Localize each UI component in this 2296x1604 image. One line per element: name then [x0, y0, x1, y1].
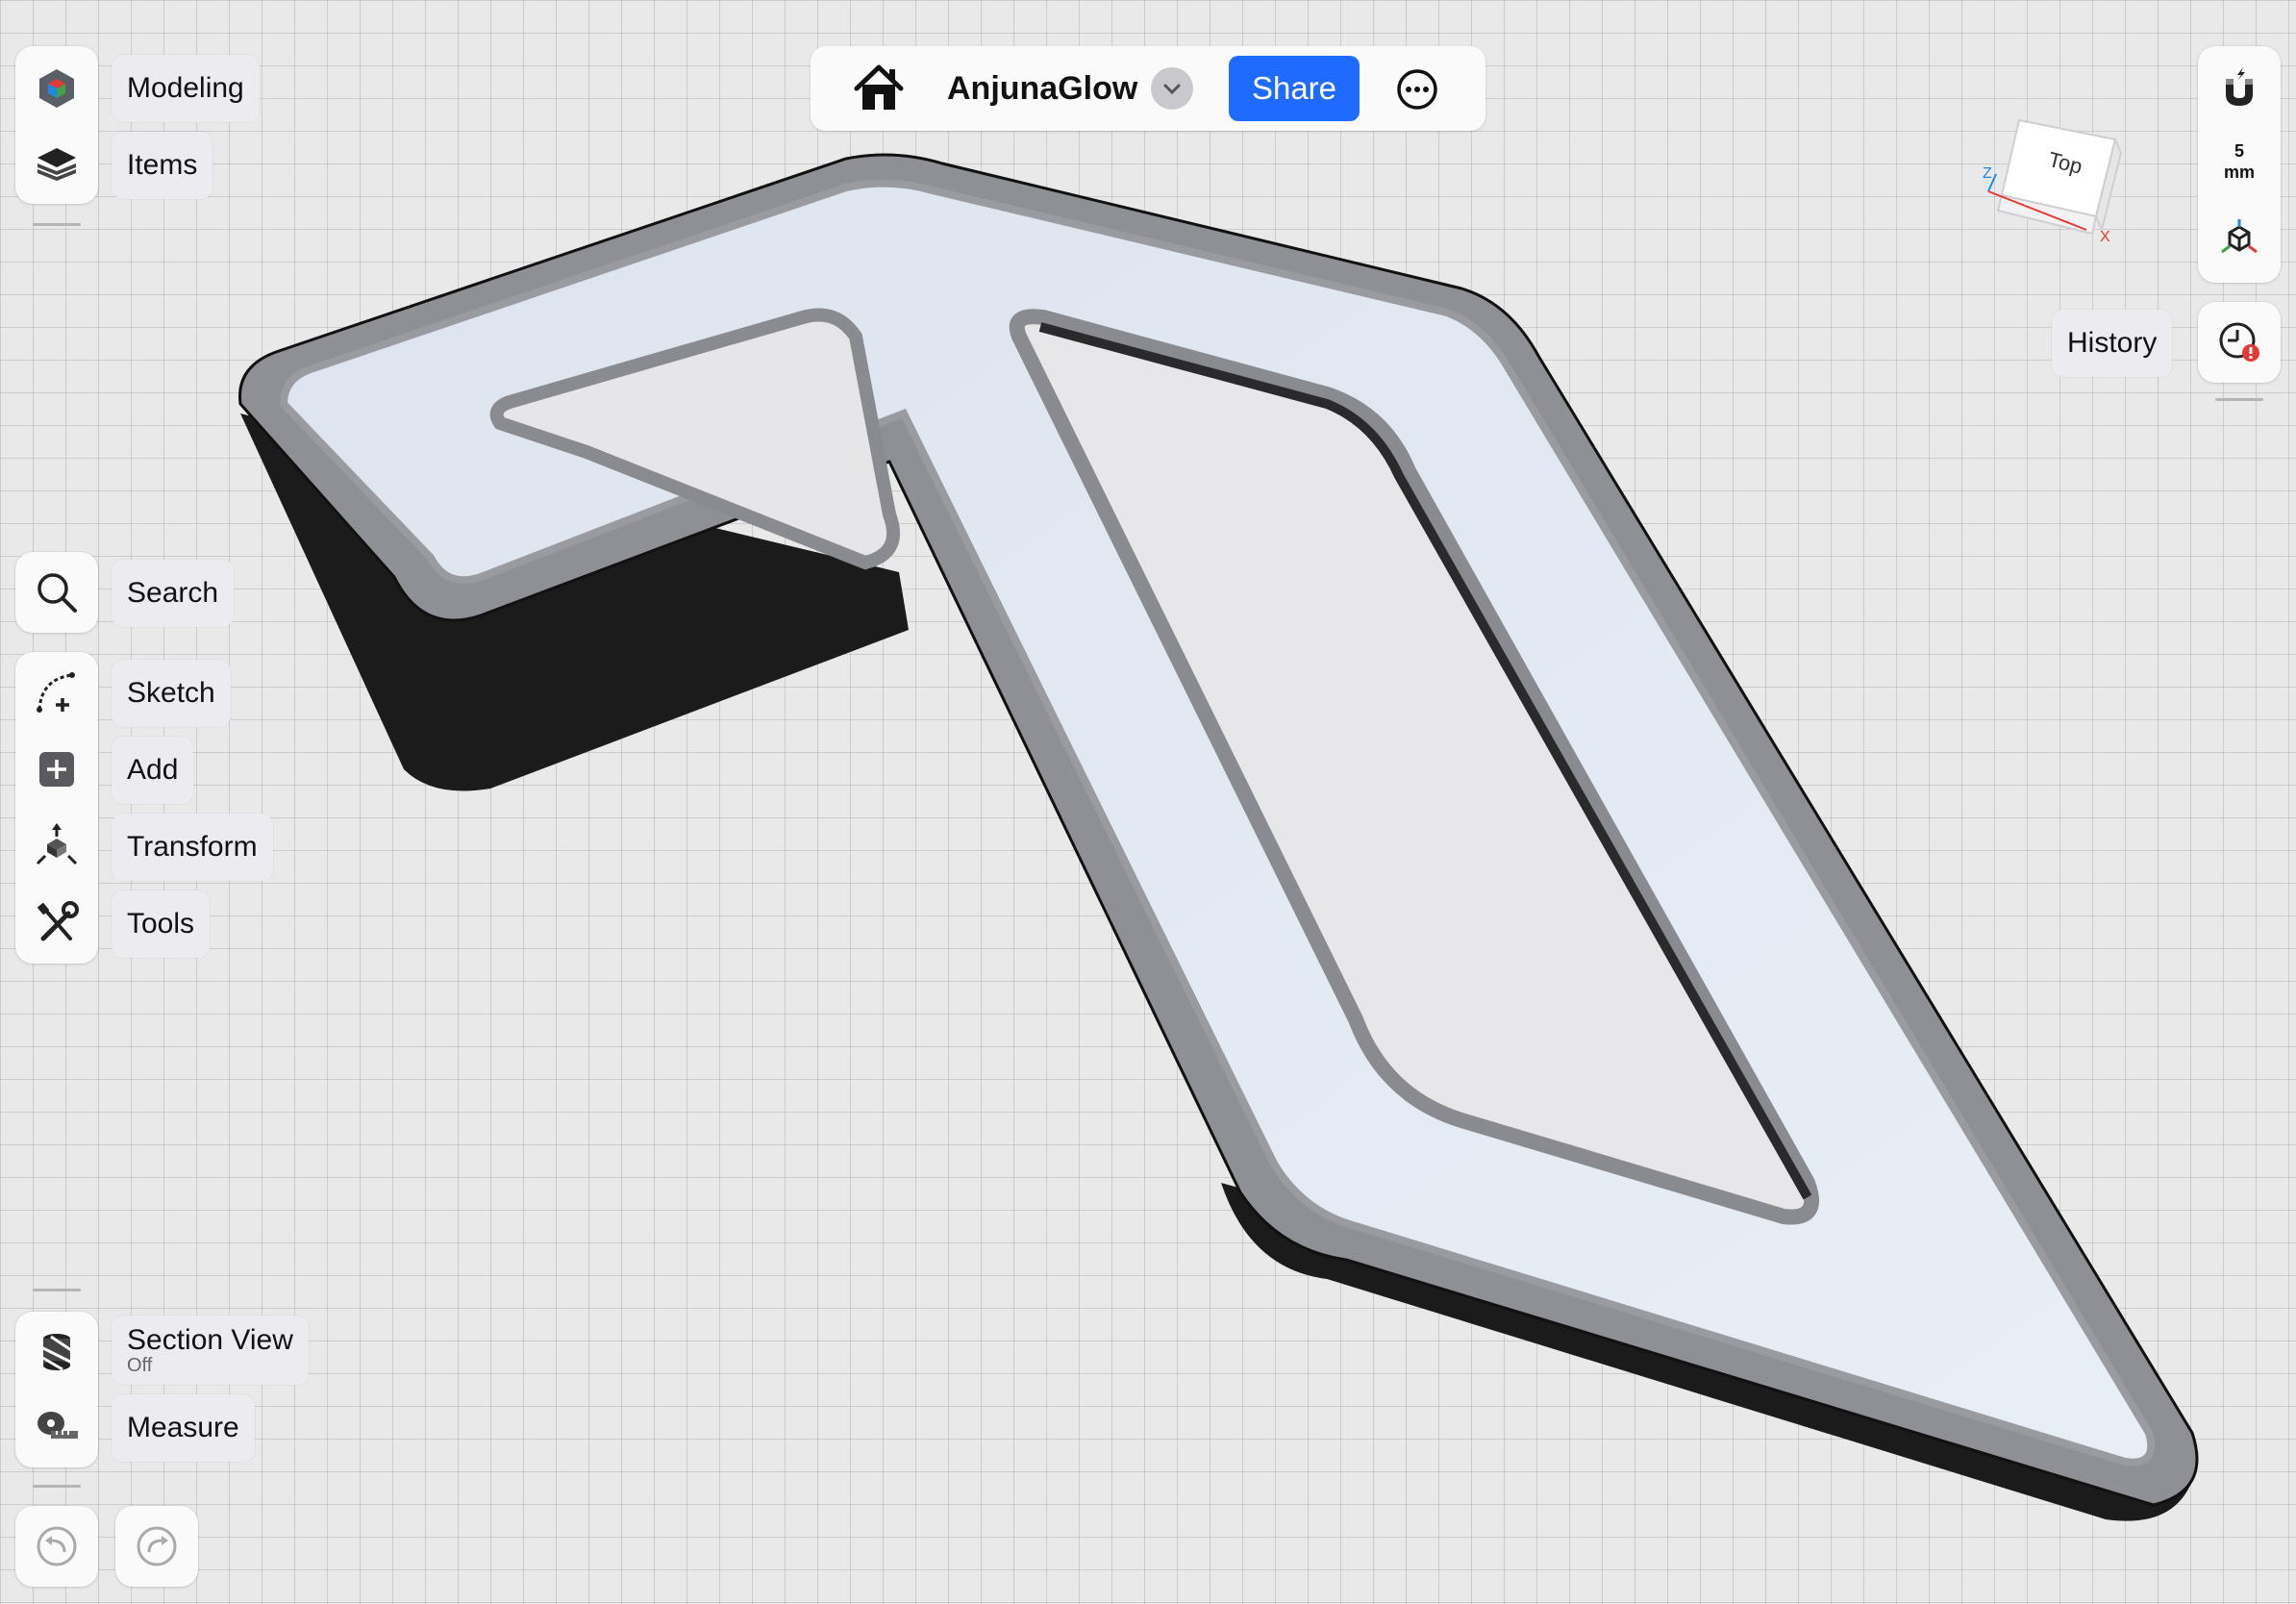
undo-icon — [15, 1510, 98, 1583]
view-cube[interactable]: Top Z X — [1981, 111, 2125, 255]
add-button[interactable]: Add — [112, 737, 194, 804]
panel-divider — [33, 223, 81, 226]
search-panel — [15, 552, 98, 633]
snap-unit: mm — [2223, 163, 2255, 182]
home-icon[interactable] — [853, 63, 905, 113]
transform-icon[interactable] — [15, 810, 98, 883]
snap-increment[interactable]: 5 mm — [2198, 140, 2281, 183]
axis-cube-icon[interactable] — [2198, 204, 2281, 277]
share-button[interactable]: Share — [1229, 56, 1360, 121]
axis-x-label: X — [2100, 229, 2110, 245]
redo-icon — [115, 1510, 198, 1583]
search-icon[interactable] — [15, 556, 98, 629]
search-button[interactable]: Search — [112, 560, 235, 627]
section-view-button[interactable]: Section View Off — [112, 1316, 309, 1385]
measure-tape-icon[interactable] — [15, 1391, 98, 1464]
add-plus-icon[interactable] — [15, 733, 98, 806]
panel-divider — [2215, 398, 2263, 401]
history-panel — [2198, 302, 2281, 383]
transform-button[interactable]: Transform — [112, 814, 273, 881]
section-view-label: Section View — [127, 1323, 293, 1356]
redo-button[interactable] — [115, 1506, 198, 1587]
document-title[interactable]: AnjunaGlow — [947, 46, 1137, 131]
search-label: Search — [127, 577, 219, 609]
inspect-panel — [15, 1312, 98, 1467]
chevron-down-icon[interactable] — [1151, 67, 1193, 110]
workspace-panel — [15, 46, 98, 204]
section-view-icon[interactable] — [15, 1316, 98, 1389]
document-title-bar: AnjunaGlow Share — [811, 46, 1485, 131]
panel-divider — [33, 1289, 81, 1291]
snap-panel: 5 mm — [2198, 46, 2281, 283]
viewport-model[interactable] — [0, 0, 2296, 1604]
sketch-label: Sketch — [127, 677, 215, 709]
undo-button[interactable] — [15, 1506, 98, 1587]
history-button[interactable]: History — [2052, 310, 2173, 377]
tools-panel — [15, 652, 98, 964]
sketch-arc-icon[interactable] — [15, 656, 98, 729]
snap-value: 5 — [2234, 141, 2244, 161]
modeling-label[interactable]: Modeling — [112, 55, 260, 122]
section-view-state: Off — [127, 1354, 153, 1376]
tools-button[interactable]: Tools — [112, 890, 211, 958]
wrench-screwdriver-icon[interactable] — [15, 887, 98, 960]
modeling-cube-icon[interactable] — [15, 52, 98, 125]
items-label[interactable]: Items — [112, 132, 213, 199]
sketch-button[interactable]: Sketch — [112, 660, 231, 727]
history-clock-icon[interactable] — [2198, 306, 2281, 379]
add-label: Add — [127, 754, 179, 786]
tools-label: Tools — [127, 908, 195, 940]
more-options-icon[interactable] — [1395, 67, 1439, 112]
history-label: History — [2067, 327, 2158, 359]
axis-z-label: Z — [1983, 165, 1992, 182]
layers-icon[interactable] — [15, 129, 98, 202]
modeling-label-text: Modeling — [127, 72, 244, 104]
measure-button[interactable]: Measure — [112, 1394, 255, 1462]
measure-label: Measure — [127, 1412, 239, 1443]
magnet-snap-icon[interactable] — [2198, 52, 2281, 125]
transform-label: Transform — [127, 831, 258, 863]
panel-divider — [33, 1485, 81, 1488]
items-label-text: Items — [127, 149, 198, 181]
